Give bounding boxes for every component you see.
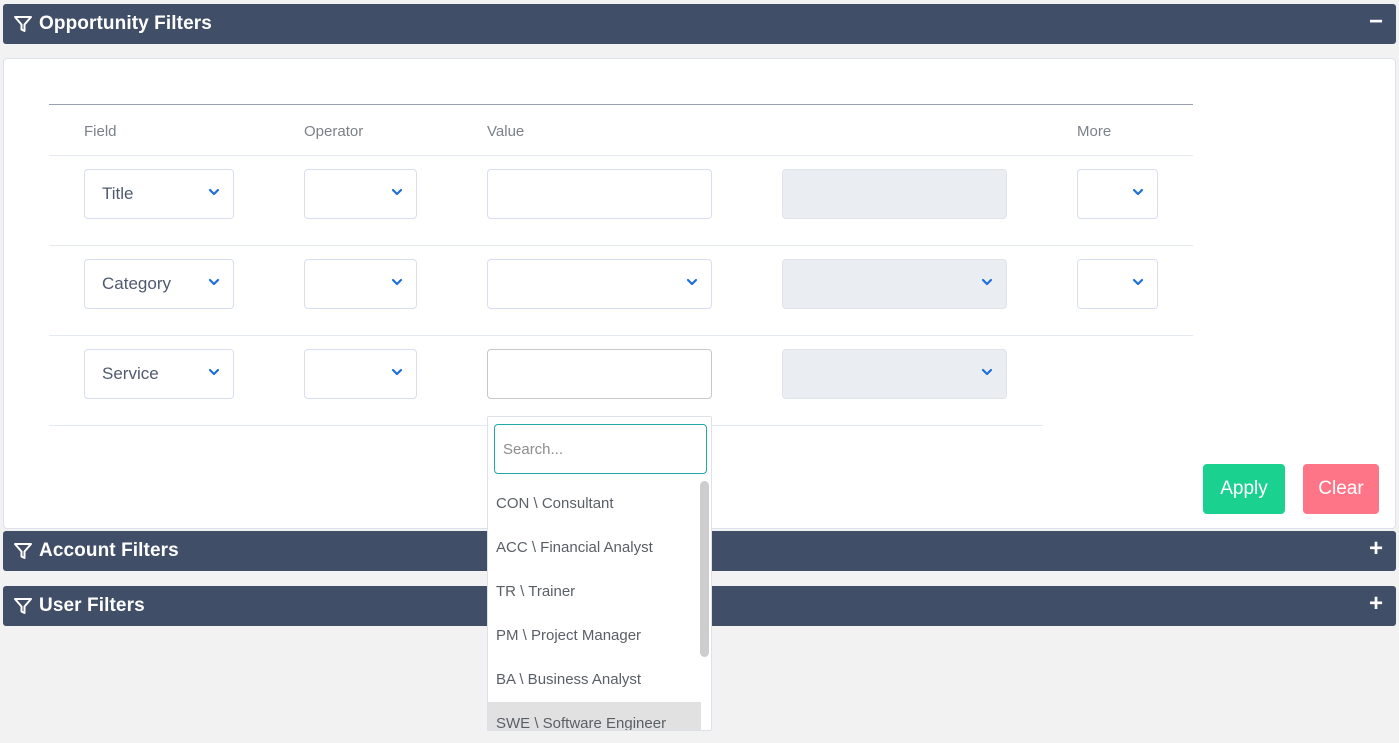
- service-options-dropdown: CON \ Consultant ACC \ Financial Analyst…: [487, 416, 712, 731]
- more-select-row-2[interactable]: [1077, 259, 1158, 309]
- dropdown-option[interactable]: TR \ Trainer: [488, 570, 701, 614]
- column-header-more: More: [1077, 123, 1112, 140]
- chevron-down-icon: [686, 276, 698, 288]
- account-filters-title: Account Filters: [39, 540, 179, 561]
- user-filters-title: User Filters: [39, 595, 145, 616]
- operator-select-row-1[interactable]: [304, 169, 417, 219]
- dropdown-option-highlighted[interactable]: SWE \ Software Engineer: [488, 702, 701, 730]
- dropdown-search-input[interactable]: [494, 424, 707, 474]
- opportunity-filters-header[interactable]: Opportunity Filters −: [3, 4, 1396, 44]
- dropdown-option[interactable]: ACC \ Financial Analyst: [488, 526, 701, 570]
- field-select-value: Category: [102, 274, 171, 293]
- chevron-down-icon: [208, 366, 220, 378]
- chevron-down-icon: [208, 276, 220, 288]
- dropdown-option[interactable]: CON \ Consultant: [488, 482, 701, 526]
- funnel-icon: [13, 541, 33, 561]
- clear-button[interactable]: Clear: [1303, 464, 1379, 514]
- chevron-down-icon: [981, 366, 993, 378]
- secondary-value-select-row-3: [782, 349, 1007, 399]
- column-header-value: Value: [487, 123, 525, 140]
- row-divider: [49, 335, 1193, 336]
- dropdown-option[interactable]: PM \ Project Manager: [488, 614, 701, 658]
- chevron-down-icon: [1132, 276, 1144, 288]
- row-divider: [49, 155, 1193, 156]
- secondary-value-input-row-1: [782, 169, 1007, 219]
- chevron-down-icon: [1132, 186, 1144, 198]
- operator-select-row-2[interactable]: [304, 259, 417, 309]
- apply-button[interactable]: Apply: [1203, 464, 1285, 514]
- expand-icon[interactable]: +: [1366, 537, 1386, 561]
- field-select-row-3[interactable]: Service: [84, 349, 234, 399]
- funnel-icon: [13, 596, 33, 616]
- expand-icon[interactable]: +: [1366, 592, 1386, 616]
- value-select-row-2[interactable]: [487, 259, 712, 309]
- chevron-down-icon: [208, 186, 220, 198]
- chevron-down-icon: [981, 276, 993, 288]
- table-top-divider: [49, 104, 1193, 105]
- field-select-row-2[interactable]: Category: [84, 259, 234, 309]
- collapse-icon[interactable]: −: [1366, 10, 1386, 34]
- value-multiselect-row-3[interactable]: [487, 349, 712, 399]
- row-divider: [49, 245, 1193, 246]
- dropdown-option[interactable]: BA \ Business Analyst: [488, 658, 701, 702]
- field-select-row-1[interactable]: Title: [84, 169, 234, 219]
- field-select-value: Title: [102, 184, 134, 203]
- value-input-row-1[interactable]: [487, 169, 712, 219]
- column-header-field: Field: [84, 123, 117, 140]
- chevron-down-icon: [391, 276, 403, 288]
- secondary-value-select-row-2: [782, 259, 1007, 309]
- dropdown-scrollbar[interactable]: [700, 481, 709, 657]
- column-header-operator: Operator: [304, 123, 364, 140]
- chevron-down-icon: [391, 186, 403, 198]
- funnel-icon: [13, 14, 33, 34]
- field-select-value: Service: [102, 364, 159, 383]
- more-select-row-1[interactable]: [1077, 169, 1158, 219]
- chevron-down-icon: [391, 366, 403, 378]
- opportunity-filters-title: Opportunity Filters: [39, 13, 212, 34]
- dropdown-options-list: CON \ Consultant ACC \ Financial Analyst…: [488, 482, 701, 730]
- operator-select-row-3[interactable]: [304, 349, 417, 399]
